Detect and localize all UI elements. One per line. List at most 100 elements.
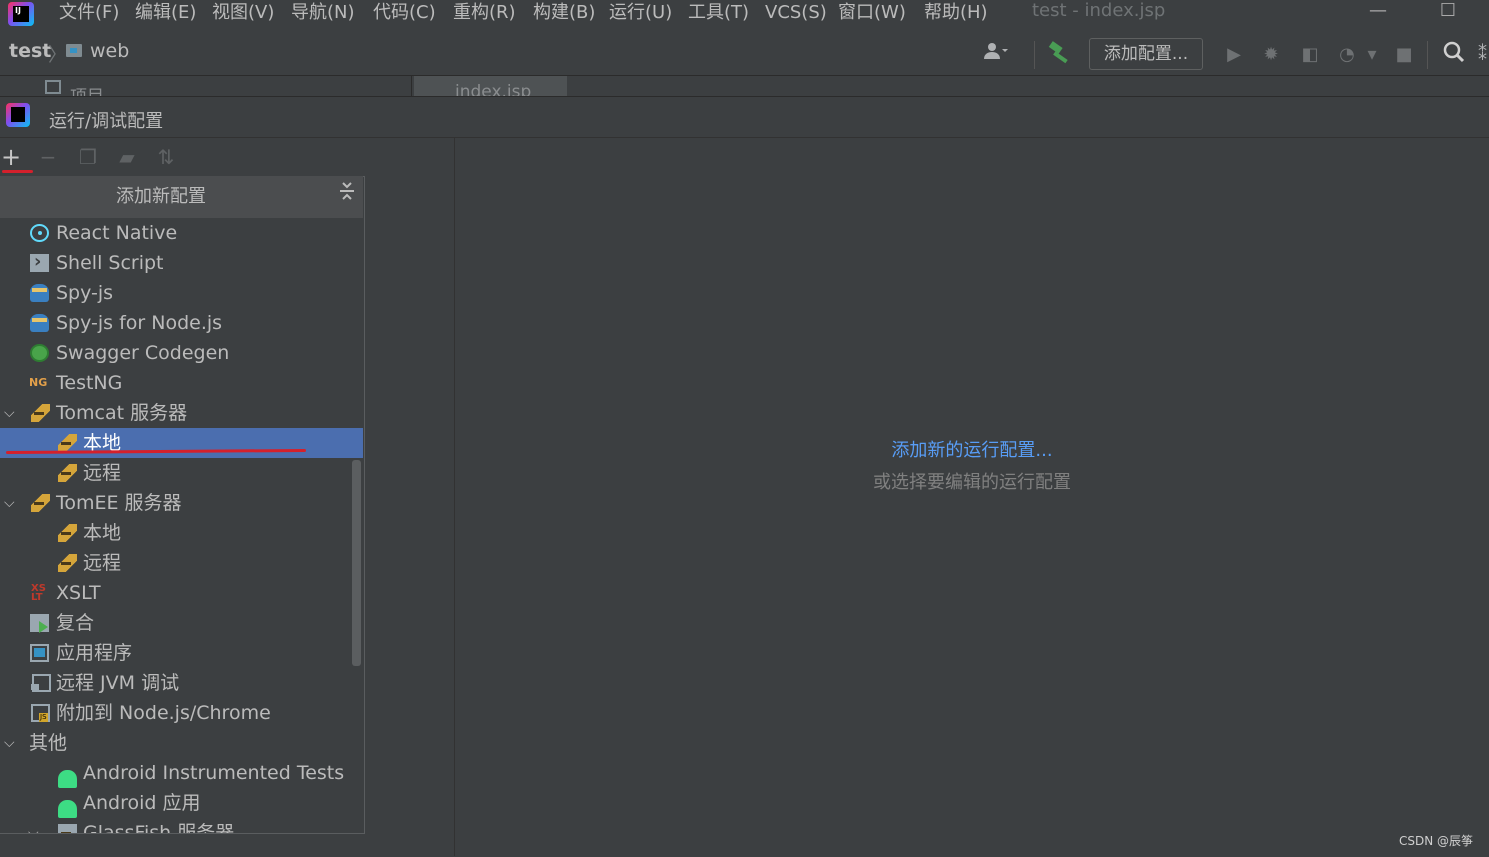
glassfish-icon — [58, 824, 77, 833]
add-configuration-button[interactable]: 添加配置... — [1089, 38, 1203, 70]
menu-refactor[interactable]: 重构(R) — [453, 0, 516, 26]
chevron-down-icon[interactable]: ⌵ — [28, 818, 42, 833]
list-item[interactable]: 复合 — [0, 608, 350, 638]
attach-node-icon — [31, 704, 50, 722]
list-item[interactable]: Shell Script — [0, 247, 350, 278]
dialog-logo-icon — [6, 103, 30, 127]
search-icon[interactable] — [1440, 41, 1468, 69]
intellij-logo-icon: IJ — [8, 2, 34, 26]
tree-group-tomcat[interactable]: ⌵ Tomcat 服务器 — [0, 398, 350, 428]
menu-tools[interactable]: 工具(T) — [688, 0, 749, 26]
tomcat-icon — [58, 524, 77, 542]
build-hammer-icon[interactable] — [1046, 41, 1074, 69]
list-item[interactable]: Android Instrumented Tests — [0, 758, 350, 788]
list-item-label: TomEE 服务器 — [56, 492, 182, 514]
minimize-button[interactable]: — — [1358, 0, 1398, 24]
new-folder-icon[interactable]: ▰ — [114, 145, 140, 169]
project-icon — [45, 80, 61, 94]
user-icon[interactable] — [982, 41, 1010, 69]
list-item[interactable]: 远程 — [0, 458, 350, 488]
more-icon[interactable]: ⁑ — [1476, 41, 1489, 69]
sort-icon[interactable]: ⇅ — [153, 145, 179, 169]
remove-icon[interactable]: − — [35, 145, 61, 169]
list-item-label: XSLT — [56, 582, 101, 604]
list-item[interactable]: 应用程序 — [0, 638, 350, 668]
list-item[interactable]: ⌵ GlassFish 服务器 — [0, 818, 350, 833]
list-item[interactable]: 附加到 Node.js/Chrome — [0, 698, 350, 728]
menu-vcs[interactable]: VCS(S) — [765, 0, 827, 26]
list-item[interactable]: XS LT XSLT — [0, 578, 350, 608]
android-icon — [58, 800, 77, 818]
list-item[interactable]: Android 应用 — [0, 788, 350, 818]
list-item-label: 远程 JVM 调试 — [56, 672, 180, 694]
android-icon — [58, 770, 77, 788]
list-item[interactable]: Swagger Codegen — [0, 338, 350, 368]
chevron-down-icon[interactable]: ⌵ — [4, 488, 18, 518]
window-title: test - index.jsp — [1032, 0, 1166, 21]
menu-build[interactable]: 构建(B) — [533, 0, 595, 26]
list-item[interactable]: Spy-js — [0, 278, 350, 308]
menu-run[interactable]: 运行(U) — [609, 0, 672, 26]
list-item[interactable]: Spy-js for Node.js — [0, 308, 350, 338]
list-item-label: Android 应用 — [83, 792, 201, 814]
list-item[interactable]: 远程 JVM 调试 — [0, 668, 350, 698]
menu-navigate[interactable]: 导航(N) — [291, 0, 355, 26]
dialog-title-divider — [0, 137, 1489, 138]
copy-icon[interactable]: ❐ — [75, 145, 101, 169]
menu-code[interactable]: 代码(C) — [373, 0, 436, 26]
list-item-label: Android Instrumented Tests — [83, 762, 345, 784]
stop-icon[interactable]: ■ — [1390, 41, 1418, 69]
react-icon — [30, 224, 49, 242]
list-item[interactable]: 本地 — [0, 518, 350, 548]
popup-scrollbar[interactable] — [352, 460, 361, 666]
shell-script-icon — [30, 247, 49, 277]
list-item-label: 本地 — [83, 432, 122, 454]
collapse-all-icon[interactable] — [337, 181, 357, 203]
list-item-label: TestNG — [56, 372, 123, 394]
breadcrumb-folder[interactable]: web — [90, 40, 129, 62]
list-item-label: 本地 — [83, 522, 122, 544]
breadcrumb-project[interactable]: test — [9, 40, 51, 62]
list-item[interactable]: NG TestNG — [0, 368, 350, 398]
spy-js-icon — [30, 284, 49, 302]
run-options-dropdown-icon[interactable]: ▾ — [1360, 41, 1384, 69]
tool-window-strip — [0, 76, 1489, 96]
menu-help[interactable]: 帮助(H) — [924, 0, 988, 26]
menu-edit[interactable]: 编辑(E) — [135, 0, 196, 26]
tomcat-icon — [31, 404, 50, 422]
testng-icon: NG — [29, 376, 48, 389]
run-icon[interactable]: ▶ — [1220, 41, 1248, 69]
tomcat-icon — [58, 434, 77, 452]
list-item-clip: ⌵ GlassFish 服务器 — [0, 818, 363, 833]
chevron-down-icon[interactable]: ⌵ — [4, 728, 18, 758]
menu-view[interactable]: 视图(V) — [212, 0, 274, 26]
profile-icon[interactable]: ◔ — [1333, 41, 1361, 69]
coverage-icon[interactable]: ◧ — [1296, 41, 1324, 69]
remote-jvm-icon — [31, 674, 51, 692]
add-new-run-config-link[interactable]: 添加新的运行配置... — [455, 436, 1489, 462]
list-item-label: 应用程序 — [56, 642, 133, 664]
toolbar-separator — [1427, 41, 1428, 69]
watermark: CSDN @辰筝 — [1398, 834, 1473, 848]
list-item-label: Swagger Codegen — [56, 342, 230, 364]
menu-file[interactable]: 文件(F) — [59, 0, 119, 26]
list-item-label: 远程 — [83, 552, 122, 574]
tree-group-other[interactable]: ⌵ 其他 — [0, 728, 350, 758]
list-item[interactable]: 远程 — [0, 548, 350, 578]
xslt-icon: XS LT — [31, 583, 46, 603]
popup-title: 添加新配置 — [116, 186, 206, 207]
add-icon[interactable]: + — [0, 145, 24, 169]
tree-group-tomee[interactable]: ⌵ TomEE 服务器 — [0, 488, 350, 518]
tomcat-icon — [31, 494, 50, 512]
swagger-icon — [30, 344, 49, 362]
menu-window[interactable]: 窗口(W) — [838, 0, 906, 26]
spy-js-node-icon — [30, 314, 49, 332]
list-item-label: Tomcat 服务器 — [56, 402, 188, 424]
debug-icon[interactable]: ✹ — [1257, 41, 1285, 69]
list-item-label: 远程 — [83, 462, 122, 484]
dialog-split-divider[interactable] — [454, 138, 455, 856]
application-icon — [30, 644, 49, 662]
maximize-button[interactable]: ☐ — [1428, 0, 1468, 24]
list-item[interactable]: React Native — [0, 218, 350, 248]
chevron-down-icon[interactable]: ⌵ — [4, 398, 18, 428]
